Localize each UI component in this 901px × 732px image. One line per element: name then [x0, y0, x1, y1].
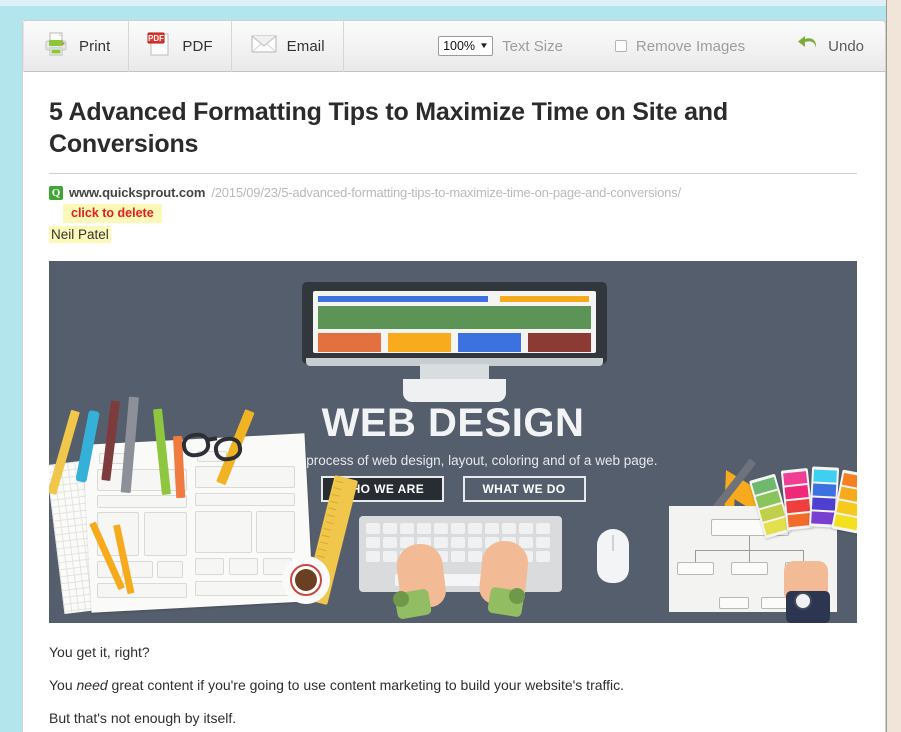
paragraph-1: You get it, right?	[49, 644, 150, 660]
text-size-select[interactable]: 100% ▼	[438, 36, 494, 56]
sitemap-line-b	[749, 550, 750, 562]
right-gutter	[887, 0, 901, 732]
right-cuff	[509, 588, 525, 604]
delete-hint-row: click to delete	[49, 200, 859, 223]
keyboard	[359, 516, 562, 592]
wristwatch-icon	[794, 592, 812, 610]
paragraph-2-before: You	[49, 676, 77, 693]
click-to-delete-hint[interactable]: click to delete	[63, 204, 162, 223]
hero-illustration[interactable]: WEB DESIGN Flat style process of web des…	[49, 261, 857, 623]
svg-text:PDF: PDF	[148, 34, 164, 43]
wire-600px-box	[195, 511, 252, 553]
paragraph-2: You need great content if you're going t…	[49, 676, 859, 695]
envelope-icon	[250, 33, 278, 60]
wire-tile-2	[229, 558, 258, 575]
sitemap-line-trunk	[749, 536, 750, 550]
undo-label: Undo	[828, 37, 864, 55]
top-edge-haze	[0, 0, 901, 6]
wire-sub-box	[195, 493, 295, 506]
wire-footer-box	[97, 583, 187, 598]
page-title: 5 Advanced Formatting Tips to Maximize T…	[49, 98, 728, 158]
title-divider	[49, 173, 857, 174]
wire-small-box-3	[157, 561, 183, 578]
paragraph-2-after: great content if you're going to use con…	[107, 676, 625, 693]
chevron-down-icon: ▼	[479, 41, 490, 50]
remove-images-control: Remove Images	[612, 20, 748, 72]
undo-control[interactable]: Undo	[794, 20, 867, 72]
remove-images-label: Remove Images	[635, 37, 746, 55]
hero-heading: WEB DESIGN	[321, 401, 585, 445]
wire-200px-box	[256, 511, 295, 553]
author-byline[interactable]: Neil Patel	[49, 226, 111, 243]
what-we-do-button[interactable]: WHAT WE DO	[462, 476, 586, 502]
sitemap-node-home	[677, 562, 714, 575]
text-size-label: Text Size	[502, 37, 563, 55]
wire-about-box	[144, 512, 187, 556]
wire-header-box	[97, 495, 187, 508]
quicksprout-favicon-icon: Q	[49, 185, 63, 200]
print-friendly-toolbar: Print PDF PDF Email 100% ▼ Text Size Rem…	[22, 20, 886, 72]
pdf-icon: PDF	[147, 30, 173, 63]
article-header: 5 Advanced Formatting Tips to Maximize T…	[23, 72, 885, 623]
monitor-illustration	[302, 282, 607, 402]
left-cuff	[393, 591, 409, 607]
wire-tile-1	[195, 558, 224, 575]
print-button-label: Print	[79, 37, 111, 55]
remove-images-checkbox[interactable]	[614, 40, 627, 52]
pdf-button[interactable]: PDF PDF	[129, 20, 232, 72]
paragraph-3: But that's not enough by itself.	[49, 709, 237, 726]
sitemap-node-products	[731, 562, 768, 575]
printer-icon	[42, 30, 70, 63]
article-body: You get it, right? You need great conten…	[23, 623, 885, 728]
article-card: 5 Advanced Formatting Tips to Maximize T…	[22, 72, 886, 732]
source-url-row[interactable]: Q www.quicksprout.com /2015/09/23/5-adva…	[49, 185, 859, 200]
undo-icon	[797, 35, 819, 58]
paragraph-2-emphasis: need	[76, 676, 108, 693]
sitemap-line-a	[695, 550, 696, 562]
coffee-liquid	[295, 569, 317, 591]
wire-right-footer	[195, 581, 295, 596]
sitemap-node-page-2	[719, 597, 749, 609]
url-path: /2015/09/23/5-advanced-formatting-tips-t…	[211, 185, 681, 200]
computer-mouse	[597, 529, 629, 583]
email-button-label: Email	[286, 37, 325, 55]
email-button[interactable]: Email	[232, 20, 344, 72]
browser-page: Print PDF PDF Email 100% ▼ Text Size Rem…	[0, 0, 901, 732]
text-size-control: 100% ▼ Text Size	[435, 20, 566, 72]
text-size-value: 100%	[443, 39, 476, 53]
url-domain: www.quicksprout.com	[69, 185, 206, 200]
wire-hero-box	[195, 466, 295, 488]
byline-row: Neil Patel	[49, 223, 859, 244]
print-button[interactable]: Print	[23, 20, 130, 72]
pdf-button-label: PDF	[182, 37, 213, 55]
